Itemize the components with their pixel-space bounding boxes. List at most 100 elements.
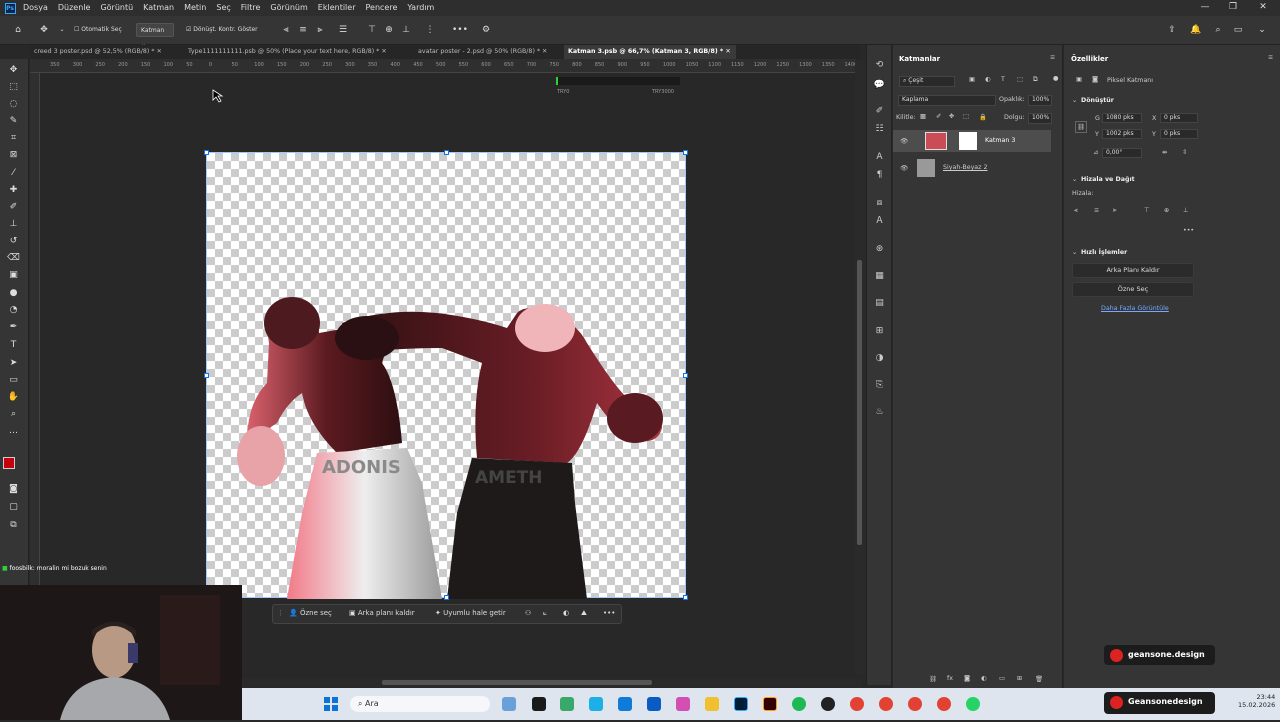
adjust-icon[interactable]: ◐ [563, 609, 569, 617]
gradient-tool-icon[interactable]: ▣ [7, 269, 20, 282]
menu-select[interactable]: Seç [211, 0, 235, 16]
outlook-icon[interactable] [647, 697, 661, 711]
scroll-thumb[interactable] [382, 680, 652, 685]
link-layers-icon[interactable]: ⛓ [929, 675, 937, 683]
transform-icon[interactable]: ⟀ [543, 609, 547, 618]
glyphs-icon[interactable]: ⧈ [873, 197, 886, 210]
taskbar-search[interactable]: ⌕ Ara [350, 696, 490, 712]
transform-handle[interactable] [204, 150, 209, 155]
frame-tool-icon[interactable]: ⊠ [7, 149, 20, 162]
tab-katman-3[interactable]: Katman 3.psb @ 66,7% (Katman 3, RGB/8) *… [564, 45, 736, 59]
align-left-icon[interactable]: ⫷ [280, 24, 292, 36]
transform-handle[interactable] [683, 150, 688, 155]
explorer-icon[interactable] [705, 697, 719, 711]
filter-adjust-icon[interactable]: ◐ [985, 76, 991, 83]
horizontal-scrollbar[interactable] [242, 678, 862, 687]
layer-select-dropdown[interactable]: Katman ⌄ [136, 23, 174, 48]
vertical-scrollbar[interactable] [855, 60, 865, 675]
transform-handle[interactable] [683, 373, 688, 378]
align-top-icon[interactable]: ⊤ [366, 24, 378, 36]
filter-toggle-icon[interactable]: ● [1053, 75, 1059, 82]
filter-pixel-icon[interactable]: ▣ [969, 76, 975, 83]
height-input[interactable]: 1002 pks [1102, 129, 1142, 139]
history-icon[interactable]: ⟲ [873, 59, 886, 72]
opacity-input[interactable]: 100% [1028, 95, 1052, 106]
mask-icon[interactable]: ⚇ [525, 609, 531, 617]
panel-menu-icon[interactable]: ≡ [1050, 54, 1055, 61]
foreground-color-swatch[interactable] [3, 457, 15, 469]
blend-mode-dropdown[interactable]: Kaplama [898, 95, 996, 106]
flip-horizontal-icon[interactable]: ⇹ [1162, 149, 1167, 156]
edge-icon[interactable] [589, 697, 603, 711]
menu-help[interactable]: Yardım [402, 0, 439, 16]
transform-handle[interactable] [204, 373, 209, 378]
more-options-icon[interactable]: ••• [1183, 227, 1194, 234]
generative-button[interactable]: ✦ Uyumlu hale getir [435, 609, 506, 617]
swatches-icon[interactable]: ▤ [873, 297, 886, 310]
link-proportions-icon[interactable]: ⛓ [1075, 121, 1087, 133]
menu-image[interactable]: Görüntü [95, 0, 138, 16]
menu-edit[interactable]: Düzenle [53, 0, 96, 16]
x-input[interactable]: 0 pks [1160, 113, 1198, 123]
character-icon[interactable]: A [873, 151, 886, 164]
pen-tool-icon[interactable]: ✒ [7, 321, 20, 334]
select-subject-button[interactable]: Özne Seç [1072, 282, 1194, 297]
layer-row-active[interactable]: 👁 Katman 3 [893, 130, 1051, 152]
workspace-chevron-icon[interactable]: ⌄ [1256, 24, 1268, 36]
task-view-icon[interactable] [502, 697, 516, 711]
app-icon[interactable] [532, 697, 546, 711]
move-tool-icon[interactable]: ✥ [7, 64, 20, 77]
distribute-vertical-icon[interactable]: ⋮ [424, 24, 436, 36]
bell-icon[interactable]: 🔔 [1190, 24, 1202, 36]
align-bottom-icon[interactable]: ⊥ [1183, 207, 1189, 214]
copilot-icon[interactable] [560, 697, 574, 711]
menu-plugins[interactable]: Eklentiler [313, 0, 361, 16]
filter-shape-icon[interactable]: ⬚ [1017, 76, 1023, 83]
rectangle-tool-icon[interactable]: ▭ [7, 374, 20, 387]
comments-icon[interactable]: 💬 [873, 79, 886, 92]
eyedropper-tool-icon[interactable]: ⁄ [7, 167, 20, 180]
lock-pixels-icon[interactable]: ✐ [936, 113, 941, 120]
drag-handle-icon[interactable]: ⋮ [277, 609, 284, 617]
transform-controls-checkbox[interactable]: ☑ Dönüşt. Kontr. Göster [186, 23, 258, 37]
menu-file[interactable]: Dosya [18, 0, 53, 16]
layer-filter-dropdown[interactable]: ⌕ Çeşit [899, 76, 955, 87]
tab-avatar-poster[interactable]: avatar poster - 2.psd @ 50% (RGB/8) * ✕ [414, 45, 560, 59]
tab-type[interactable]: Type1111111111.psb @ 50% (Place your tex… [184, 45, 409, 59]
lasso-tool-icon[interactable]: ◌ [7, 98, 20, 111]
lock-artboard-icon[interactable]: ⬚ [963, 113, 969, 120]
more-icon[interactable]: ••• [603, 609, 615, 617]
store-icon[interactable] [618, 697, 632, 711]
text-style-icon[interactable]: Ａ [873, 215, 886, 228]
transform-handle[interactable] [444, 595, 449, 600]
remove-background-button[interactable]: Arka Planı Kaldır [1072, 263, 1194, 278]
spotify-icon[interactable] [792, 697, 806, 711]
lock-all-icon[interactable]: 🔒 [979, 113, 987, 121]
align-left-icon[interactable]: ⫷ [1074, 207, 1078, 215]
fx-icon[interactable]: fx [947, 675, 953, 682]
libraries-icon[interactable]: ⎘ [873, 379, 886, 392]
quick-select-tool-icon[interactable]: ✎ [7, 115, 20, 128]
distribute-icon[interactable]: ☰ [337, 24, 349, 36]
align-right-icon[interactable]: ⫸ [1113, 207, 1117, 215]
width-input[interactable]: 1080 pks [1102, 113, 1142, 123]
hand-tool-icon[interactable]: ✋ [7, 391, 20, 404]
maximize-icon[interactable]: ❐ [1218, 0, 1248, 16]
share-layers-icon[interactable]: ⧉ [7, 519, 20, 532]
dodge-tool-icon[interactable]: ◔ [7, 304, 20, 317]
auto-select-checkbox[interactable]: ☐ Otomatik Seç [74, 23, 122, 37]
instagram-icon[interactable] [676, 697, 690, 711]
move-tool-icon[interactable]: ✥ [38, 24, 50, 36]
angle-input[interactable]: 0,00° [1102, 148, 1142, 158]
stamp-tool-icon[interactable]: ⊥ [7, 218, 20, 231]
styles-icon[interactable]: ♨ [873, 406, 886, 419]
filter-type-icon[interactable]: T [1001, 76, 1005, 83]
brush-tool-icon[interactable]: ✐ [7, 201, 20, 214]
minimize-icon[interactable]: — [1190, 0, 1220, 16]
table-icon[interactable]: ▦ [873, 270, 886, 283]
properties-icon[interactable]: ☷ [873, 123, 886, 136]
paragraph-icon[interactable]: ¶ [873, 169, 886, 182]
grid-icon[interactable]: ⊞ [873, 325, 886, 338]
whatsapp-icon[interactable] [966, 697, 980, 711]
lock-transparent-icon[interactable]: ▩ [920, 113, 926, 120]
